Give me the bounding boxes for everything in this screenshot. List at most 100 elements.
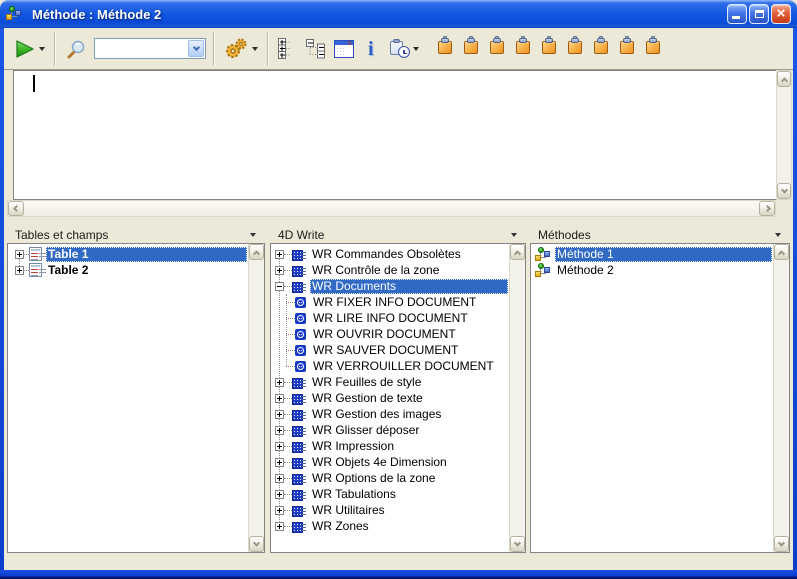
expand-toggle[interactable] <box>275 394 284 403</box>
command-group[interactable]: WR Commandes Obsolètes <box>272 246 508 262</box>
toolbar-separator <box>54 32 55 66</box>
clipboard-button-3[interactable] <box>489 37 507 60</box>
expand-toggle[interactable] <box>275 282 284 291</box>
expand-toggle[interactable] <box>275 250 284 259</box>
clipboard-button-6[interactable] <box>567 37 585 60</box>
scroll-right-button[interactable] <box>759 201 775 216</box>
command-item[interactable]: WR OUVRIR DOCUMENT <box>272 326 508 342</box>
scroll-track[interactable] <box>24 201 759 216</box>
info-button[interactable]: i <box>364 31 378 67</box>
table-item[interactable]: Table 2 <box>9 262 247 278</box>
close-button[interactable]: × <box>771 4 791 24</box>
command-group[interactable]: WR Tabulations <box>272 486 508 502</box>
clipboard-button-2[interactable] <box>463 37 481 60</box>
command-group[interactable]: WR Utilitaires <box>272 502 508 518</box>
item-label: Méthode 2 <box>555 263 617 278</box>
search-button[interactable] <box>60 31 92 67</box>
commands-list[interactable]: WR Commandes ObsolètesWR Contrôle de la … <box>272 245 508 551</box>
toolbar-separator <box>267 32 268 66</box>
clipboard-button-7[interactable] <box>593 37 611 60</box>
panel-scrollbar[interactable] <box>248 244 264 552</box>
item-label: WR Impression <box>310 439 397 454</box>
tables-list[interactable]: Table 1Table 2 <box>9 245 247 551</box>
run-dropdown-caret[interactable] <box>39 47 45 51</box>
settings-button[interactable] <box>219 31 262 67</box>
title-bar[interactable]: Méthode : Méthode 2 × <box>0 0 797 28</box>
panel-header-label: 4D Write <box>270 228 511 242</box>
expand-toggle[interactable] <box>15 250 24 259</box>
panel-header-dropdown[interactable] <box>511 233 517 237</box>
table-item[interactable]: Table 1 <box>9 246 247 262</box>
scroll-down-button[interactable] <box>510 536 525 552</box>
scroll-track[interactable] <box>510 260 525 536</box>
expand-toggle[interactable] <box>275 458 284 467</box>
expand-all-button[interactable] <box>273 31 301 67</box>
search-combobox[interactable] <box>94 38 206 59</box>
method-editor[interactable] <box>13 70 777 200</box>
scroll-down-button[interactable] <box>249 536 264 552</box>
scroll-track[interactable] <box>774 260 789 536</box>
clipboard-button-5[interactable] <box>541 37 559 60</box>
collapse-all-button[interactable] <box>301 31 330 67</box>
command-group[interactable]: WR Feuilles de style <box>272 374 508 390</box>
command-group[interactable]: WR Contrôle de la zone <box>272 262 508 278</box>
scroll-left-button[interactable] <box>8 201 24 216</box>
command-group[interactable]: WR Gestion de texte <box>272 390 508 406</box>
expand-toggle[interactable] <box>275 490 284 499</box>
expand-toggle[interactable] <box>275 410 284 419</box>
command-group[interactable]: WR Glisser déposer <box>272 422 508 438</box>
scroll-up-button[interactable] <box>249 244 264 260</box>
editor-horizontal-scrollbar[interactable] <box>7 200 776 217</box>
panel-scrollbar[interactable] <box>509 244 525 552</box>
clipboard-button-4[interactable] <box>515 37 533 60</box>
command-group[interactable]: WR Documents <box>272 278 508 294</box>
expand-toggle[interactable] <box>275 426 284 435</box>
scroll-up-button[interactable] <box>777 71 791 87</box>
clipboard-history-caret[interactable] <box>413 47 419 51</box>
command-item[interactable]: WR SAUVER DOCUMENT <box>272 342 508 358</box>
expand-toggle[interactable] <box>15 266 24 275</box>
command-group[interactable]: WR Zones <box>272 518 508 534</box>
panel-header-dropdown[interactable] <box>250 233 256 237</box>
command-group[interactable]: WR Gestion des images <box>272 406 508 422</box>
clipboard-icon <box>619 37 637 55</box>
command-group[interactable]: WR Impression <box>272 438 508 454</box>
expand-toggle[interactable] <box>275 474 284 483</box>
editor-vertical-scrollbar[interactable] <box>776 70 792 200</box>
scroll-track[interactable] <box>777 87 791 183</box>
clipboard-button-1[interactable] <box>437 37 455 60</box>
scroll-track[interactable] <box>249 260 264 536</box>
method-item[interactable]: Méthode 2 <box>532 262 772 278</box>
command-group[interactable]: WR Objets 4e Dimension <box>272 454 508 470</box>
expand-toggle[interactable] <box>275 266 284 275</box>
command-item[interactable]: WR FIXER INFO DOCUMENT <box>272 294 508 310</box>
expand-toggle[interactable] <box>275 506 284 515</box>
scroll-down-button[interactable] <box>774 536 789 552</box>
command-item[interactable]: WR VERROUILLER DOCUMENT <box>272 358 508 374</box>
command-group[interactable]: WR Options de la zone <box>272 470 508 486</box>
scroll-up-button[interactable] <box>510 244 525 260</box>
run-button[interactable] <box>10 31 49 67</box>
combo-dropdown-button[interactable] <box>188 40 204 57</box>
expand-toggle[interactable] <box>275 378 284 387</box>
item-label: WR Contrôle de la zone <box>310 263 442 278</box>
clipboard-button-9[interactable] <box>645 37 663 60</box>
panel-scrollbar[interactable] <box>773 244 789 552</box>
clipboard-button-8[interactable] <box>619 37 637 60</box>
new-window-button[interactable] <box>330 31 358 67</box>
panel-header-dropdown[interactable] <box>775 233 781 237</box>
expand-toggle[interactable] <box>275 522 284 531</box>
search-input[interactable] <box>96 40 186 57</box>
clipboard-history-button[interactable] <box>386 31 423 67</box>
table-icon <box>29 263 42 277</box>
minimize-button[interactable] <box>727 4 747 24</box>
maximize-button[interactable] <box>749 4 769 24</box>
scroll-down-button[interactable] <box>777 183 791 199</box>
settings-dropdown-caret[interactable] <box>252 47 258 51</box>
methods-list[interactable]: Méthode 1Méthode 2 <box>532 245 772 551</box>
item-label: WR Tabulations <box>310 487 399 502</box>
method-item[interactable]: Méthode 1 <box>532 246 772 262</box>
scroll-up-button[interactable] <box>774 244 789 260</box>
command-item[interactable]: WR LIRE INFO DOCUMENT <box>272 310 508 326</box>
expand-toggle[interactable] <box>275 442 284 451</box>
